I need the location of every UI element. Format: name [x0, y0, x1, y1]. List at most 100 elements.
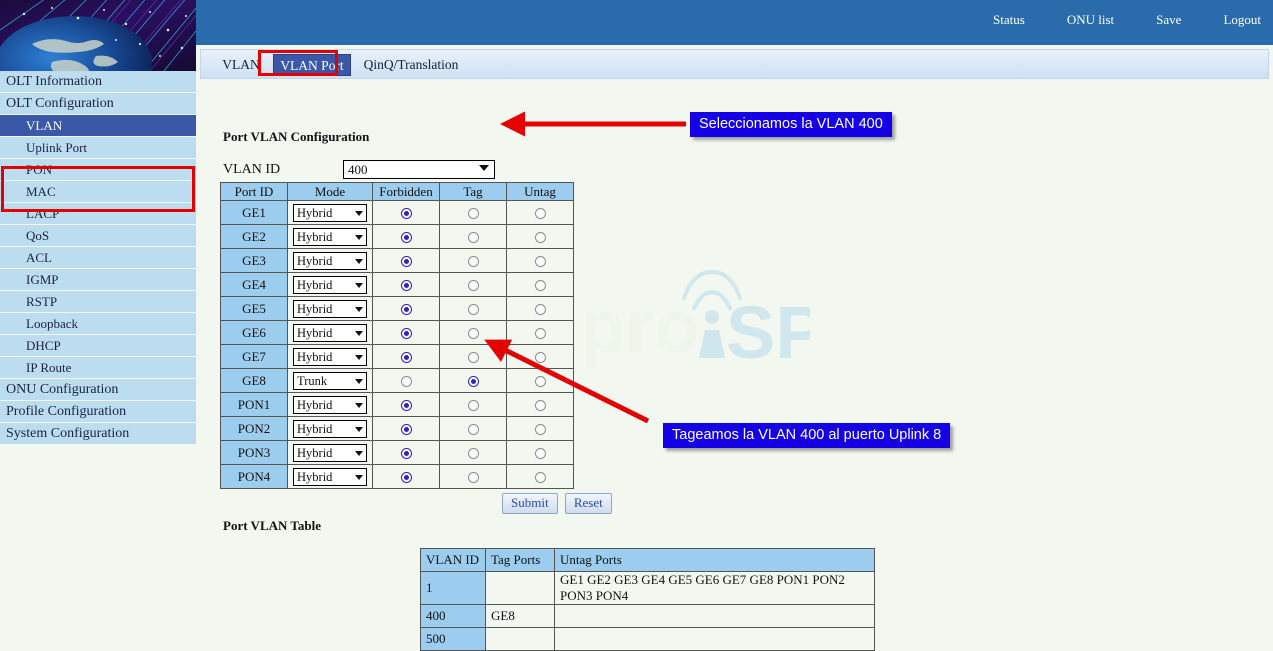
mode-select-pon2[interactable]: HybridTrunkAccess [293, 420, 367, 438]
radio-untag-pon2[interactable] [535, 424, 546, 435]
radio-forbidden-ge8[interactable] [401, 376, 412, 387]
sidebar-item-olt-configuration[interactable]: OLT Configuration [0, 93, 196, 115]
radio-forbidden-ge5[interactable] [401, 304, 412, 315]
untag-radio-cell[interactable] [507, 297, 574, 321]
sidebar-item-loopback[interactable]: Loopback [0, 313, 196, 335]
untag-radio-cell[interactable] [507, 249, 574, 273]
sidebar-item-onu-configuration[interactable]: ONU Configuration [0, 379, 196, 401]
sidebar-item-olt-information[interactable]: OLT Information [0, 71, 196, 93]
tag-radio-cell[interactable] [440, 297, 507, 321]
forbidden-radio-cell[interactable] [373, 225, 440, 249]
sidebar-item-igmp[interactable]: IGMP [0, 269, 196, 291]
forbidden-radio-cell[interactable] [373, 249, 440, 273]
forbidden-radio-cell[interactable] [373, 345, 440, 369]
tag-radio-cell[interactable] [440, 417, 507, 441]
reset-button[interactable]: Reset [565, 493, 612, 514]
topnav-status[interactable]: Status [993, 12, 1025, 28]
radio-forbidden-ge3[interactable] [401, 256, 412, 267]
radio-forbidden-ge4[interactable] [401, 280, 412, 291]
sidebar-item-qos[interactable]: QoS [0, 225, 196, 247]
forbidden-radio-cell[interactable] [373, 201, 440, 225]
untag-radio-cell[interactable] [507, 465, 574, 489]
radio-tag-ge1[interactable] [468, 208, 479, 219]
untag-radio-cell[interactable] [507, 321, 574, 345]
radio-tag-pon3[interactable] [468, 448, 479, 459]
tag-radio-cell[interactable] [440, 369, 507, 393]
sidebar-item-lacp[interactable]: LACP [0, 203, 196, 225]
radio-untag-ge5[interactable] [535, 304, 546, 315]
radio-untag-ge1[interactable] [535, 208, 546, 219]
submit-button[interactable]: Submit [502, 493, 558, 514]
radio-tag-ge3[interactable] [468, 256, 479, 267]
mode-select-ge2[interactable]: HybridTrunkAccess [293, 228, 367, 246]
mode-select-ge5[interactable]: HybridTrunkAccess [293, 300, 367, 318]
radio-forbidden-pon1[interactable] [401, 400, 412, 411]
sidebar-item-pon[interactable]: PON [0, 159, 196, 181]
tag-radio-cell[interactable] [440, 441, 507, 465]
topnav-save[interactable]: Save [1156, 12, 1181, 28]
sidebar-item-acl[interactable]: ACL [0, 247, 196, 269]
topnav-onu-list[interactable]: ONU list [1067, 12, 1114, 28]
untag-radio-cell[interactable] [507, 201, 574, 225]
sidebar-item-profile-configuration[interactable]: Profile Configuration [0, 401, 196, 423]
mode-select-ge6[interactable]: HybridTrunkAccess [293, 324, 367, 342]
mode-select-ge1[interactable]: HybridTrunkAccess [293, 204, 367, 222]
untag-radio-cell[interactable] [507, 345, 574, 369]
forbidden-radio-cell[interactable] [373, 273, 440, 297]
mode-select-ge3[interactable]: HybridTrunkAccess [293, 252, 367, 270]
tag-radio-cell[interactable] [440, 201, 507, 225]
untag-radio-cell[interactable] [507, 273, 574, 297]
radio-untag-ge2[interactable] [535, 232, 546, 243]
mode-select-pon1[interactable]: HybridTrunkAccess [293, 396, 367, 414]
tag-radio-cell[interactable] [440, 345, 507, 369]
forbidden-radio-cell[interactable] [373, 321, 440, 345]
radio-untag-pon1[interactable] [535, 400, 546, 411]
radio-forbidden-pon3[interactable] [401, 448, 412, 459]
radio-forbidden-pon4[interactable] [401, 472, 412, 483]
forbidden-radio-cell[interactable] [373, 393, 440, 417]
tag-radio-cell[interactable] [440, 225, 507, 249]
untag-radio-cell[interactable] [507, 417, 574, 441]
radio-forbidden-ge1[interactable] [401, 208, 412, 219]
radio-tag-ge7[interactable] [468, 352, 479, 363]
radio-tag-ge2[interactable] [468, 232, 479, 243]
sidebar-item-rstp[interactable]: RSTP [0, 291, 196, 313]
sidebar-item-ip-route[interactable]: IP Route [0, 357, 196, 379]
radio-untag-ge4[interactable] [535, 280, 546, 291]
radio-tag-pon2[interactable] [468, 424, 479, 435]
mode-select-ge7[interactable]: HybridTrunkAccess [293, 348, 367, 366]
tag-radio-cell[interactable] [440, 321, 507, 345]
sidebar-item-dhcp[interactable]: DHCP [0, 335, 196, 357]
forbidden-radio-cell[interactable] [373, 465, 440, 489]
radio-forbidden-ge2[interactable] [401, 232, 412, 243]
tab-qinq-translation[interactable]: QinQ/Translation [357, 54, 465, 76]
radio-untag-ge6[interactable] [535, 328, 546, 339]
radio-untag-pon4[interactable] [535, 472, 546, 483]
topnav-logout[interactable]: Logout [1223, 12, 1261, 28]
sidebar-item-mac[interactable]: MAC [0, 181, 196, 203]
radio-untag-ge7[interactable] [535, 352, 546, 363]
forbidden-radio-cell[interactable] [373, 441, 440, 465]
forbidden-radio-cell[interactable] [373, 297, 440, 321]
forbidden-radio-cell[interactable] [373, 417, 440, 441]
vlan-id-select[interactable]: 1400500 [343, 160, 495, 179]
untag-radio-cell[interactable] [507, 225, 574, 249]
tag-radio-cell[interactable] [440, 249, 507, 273]
radio-untag-ge3[interactable] [535, 256, 546, 267]
forbidden-radio-cell[interactable] [373, 369, 440, 393]
radio-untag-pon3[interactable] [535, 448, 546, 459]
radio-tag-ge5[interactable] [468, 304, 479, 315]
radio-tag-ge4[interactable] [468, 280, 479, 291]
radio-untag-ge8[interactable] [535, 376, 546, 387]
tag-radio-cell[interactable] [440, 465, 507, 489]
untag-radio-cell[interactable] [507, 369, 574, 393]
radio-tag-pon1[interactable] [468, 400, 479, 411]
radio-tag-ge8[interactable] [468, 376, 479, 387]
sidebar-item-vlan[interactable]: VLAN [0, 115, 196, 137]
tag-radio-cell[interactable] [440, 393, 507, 417]
tag-radio-cell[interactable] [440, 273, 507, 297]
mode-select-pon3[interactable]: HybridTrunkAccess [293, 444, 367, 462]
radio-tag-ge6[interactable] [468, 328, 479, 339]
radio-forbidden-ge6[interactable] [401, 328, 412, 339]
radio-forbidden-ge7[interactable] [401, 352, 412, 363]
